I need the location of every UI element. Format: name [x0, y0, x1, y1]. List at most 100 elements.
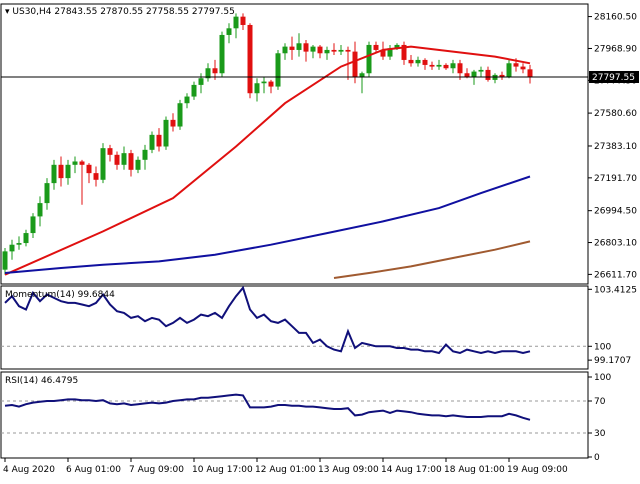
rsi-tick-label: 0 [594, 453, 600, 463]
time-tick-label: 4 Aug 2020 [3, 465, 55, 475]
candle-body [247, 24, 253, 94]
candle-body [149, 134, 155, 150]
candle-body [471, 71, 477, 77]
candle-body [30, 216, 36, 234]
candle-body [303, 43, 309, 52]
candle-body [79, 161, 85, 165]
chart-canvas[interactable]: 28160.5027968.9027777.3027580.6027383.10… [0, 0, 640, 480]
price-tick-label: 26803.10 [594, 239, 637, 249]
ohlc-close: 27797.55 [192, 7, 235, 17]
price-tick-label: 27191.70 [594, 174, 637, 184]
time-tick-label: 18 Aug 01:00 [444, 465, 505, 475]
candle-body [9, 244, 15, 252]
candle-body [338, 49, 344, 52]
candle-body [2, 251, 8, 270]
current-price-label: 27797.55 [592, 73, 635, 83]
candle-body [352, 51, 358, 77]
momentum-tick-label: 103.4125 [594, 285, 637, 295]
candle-body [184, 96, 190, 104]
time-tick-label: 12 Aug 01:00 [255, 465, 316, 475]
candle-body [450, 63, 456, 69]
ohlc-high: 27870.55 [100, 7, 143, 17]
current-price-tag: 27797.55 [589, 70, 639, 83]
candle-body [324, 49, 330, 54]
candle-body [506, 63, 512, 77]
candle-body [191, 84, 197, 97]
triangle-icon: ▾ [5, 7, 12, 17]
time-tick-label: 10 Aug 17:00 [192, 465, 253, 475]
rsi-title: RSI(14) 46.4795 [5, 376, 78, 386]
candle-body [58, 164, 64, 179]
candle-body [289, 46, 295, 50]
candle-body [86, 164, 92, 174]
candle-body [317, 46, 323, 54]
time-axis: 4 Aug 2020 6 Aug 01:00 7 Aug 09:00 10 Aug 1… [3, 458, 568, 475]
candle-body [226, 28, 232, 35]
candle-body [177, 103, 183, 127]
candle-body [212, 68, 218, 74]
candle-body [23, 233, 29, 244]
candle-body [16, 243, 22, 245]
candle-body [163, 119, 169, 147]
candle-body [107, 148, 113, 155]
candle-body [142, 149, 148, 160]
momentum-tick-label: 100 [594, 342, 611, 352]
candle-body [485, 69, 491, 80]
time-tick-label: 19 Aug 09:00 [507, 465, 568, 475]
candle-body [408, 59, 414, 64]
candle-body [135, 159, 141, 170]
momentum-title: Momentum(14) 99.6844 [5, 290, 115, 300]
candle-body [331, 49, 337, 52]
candle-body [114, 154, 120, 165]
candle-body [296, 43, 302, 50]
candle-body [275, 53, 281, 87]
candle-body [72, 161, 78, 165]
rsi-tick-label: 30 [594, 429, 606, 439]
symbol-name: US30,H4 [12, 7, 51, 17]
candle-body [415, 59, 421, 64]
candle-body [436, 64, 442, 67]
candle-body [373, 44, 379, 50]
candle-body [254, 83, 260, 94]
candle-body [268, 81, 274, 87]
candle-body [520, 66, 526, 70]
candle-body [310, 46, 316, 52]
candle-body [128, 153, 134, 170]
candle-body [121, 153, 127, 165]
candle-body [44, 183, 50, 204]
price-tick-label: 27968.90 [594, 44, 637, 54]
candle-body [443, 64, 449, 69]
price-axis: 28160.5027968.9027777.3027580.6027383.10… [588, 13, 637, 280]
price-tick-label: 27383.10 [594, 142, 637, 152]
symbol-header: ▾ US30,H4 27843.55 27870.55 27758.55 277… [5, 7, 235, 17]
time-tick-label: 7 Aug 09:00 [129, 465, 184, 475]
candle-body [457, 63, 463, 74]
price-tick-label: 26611.70 [594, 270, 637, 280]
price-tick-label: 26994.50 [594, 207, 637, 217]
candle-body [51, 164, 57, 184]
candle-body [65, 164, 71, 179]
candle-body [366, 44, 372, 74]
candle-body [156, 134, 162, 147]
candle-body [478, 69, 484, 72]
price-tick-label: 28160.50 [594, 13, 637, 23]
rsi-pane-frame [0, 371, 589, 459]
candle-body [170, 119, 176, 127]
trading-chart-window: 28160.5027968.9027777.3027580.6027383.10… [0, 0, 640, 480]
candle-body [359, 73, 365, 77]
candle-body [345, 49, 351, 52]
time-tick-label: 13 Aug 09:00 [318, 465, 379, 475]
candle-body [282, 46, 288, 54]
candle-body [261, 81, 267, 84]
rsi-tick-label: 70 [594, 397, 606, 407]
candle-body [219, 34, 225, 74]
ohlc-open: 27843.55 [54, 7, 97, 17]
candle-body [198, 78, 204, 85]
candle-body [93, 173, 99, 180]
ohlc-low: 27758.55 [146, 7, 189, 17]
candle-body [240, 16, 246, 25]
candle-body [100, 148, 106, 180]
price-tick-label: 27580.60 [594, 109, 637, 119]
candle-body [513, 63, 519, 67]
rsi-tick-label: 100 [594, 373, 611, 383]
